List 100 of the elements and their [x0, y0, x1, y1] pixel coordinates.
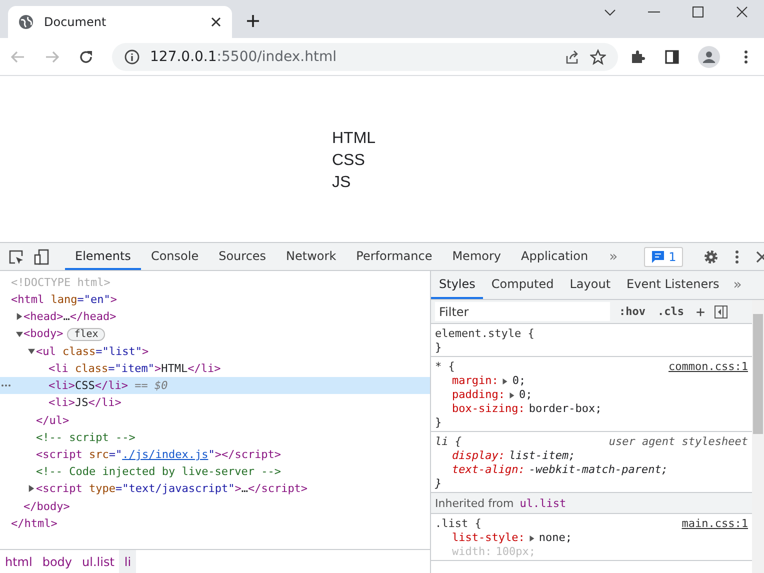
collapse-triangle-icon[interactable]	[16, 330, 22, 338]
url-text: 127.0.0.1:5500/index.html	[150, 48, 337, 64]
device-icon[interactable]	[34, 248, 50, 264]
dom-node-row[interactable]: </body>	[0, 497, 430, 515]
devtools-tab[interactable]: Network	[276, 243, 346, 270]
list-item: CSS	[332, 151, 366, 171]
globe-icon	[18, 14, 34, 30]
scrollbar[interactable]	[752, 300, 764, 573]
property-name[interactable]: box-sizing:	[452, 402, 525, 416]
list-item: JS	[332, 173, 352, 193]
property-name[interactable]: text-align:	[452, 463, 525, 477]
inherited-selector[interactable]: ul.list	[520, 496, 566, 510]
dom-node-row[interactable]: <!-- Code injected by live-server -->	[0, 463, 430, 480]
share-icon[interactable]	[564, 48, 580, 64]
browser-tab[interactable]: Document	[8, 6, 232, 38]
dom-node-row[interactable]: <!-- script -->	[0, 428, 430, 446]
star-icon[interactable]	[590, 48, 606, 64]
property-name[interactable]: display:	[452, 449, 505, 463]
rule-brace: }	[435, 477, 443, 491]
dom-node-row[interactable]: <li>CSS</li> == $0	[0, 377, 430, 394]
rule-source[interactable]: main.css:1	[682, 517, 748, 531]
more-tabs-button[interactable]: »	[727, 271, 748, 299]
markup-line: <html lang="en">	[11, 293, 117, 306]
reload-icon[interactable]	[78, 48, 94, 64]
breadcrumb-item[interactable]: ul.list	[77, 550, 120, 573]
info-icon	[124, 48, 140, 64]
markup-line: <!DOCTYPE html>	[11, 276, 110, 290]
dom-node-row[interactable]: <li class="item">HTML</li>	[0, 360, 430, 378]
class-button[interactable]: .cls	[654, 305, 687, 318]
devtools-tab[interactable]: Console	[140, 243, 209, 270]
rule-source[interactable]: common.css:1	[668, 360, 748, 374]
rule-source: user agent stylesheet	[608, 435, 748, 449]
markup-line: <ul class="list">	[36, 344, 149, 358]
address-bar[interactable]: 127.0.0.1:5500/index.html	[112, 42, 618, 70]
rule-selector: .list {	[435, 517, 482, 531]
dom-node-row[interactable]: </html>	[0, 514, 430, 532]
rule-selector: element.style {	[435, 327, 534, 341]
expand-triangle-icon[interactable]	[508, 392, 515, 398]
expand-triangle-icon[interactable]	[28, 485, 35, 492]
hover-state-button[interactable]: :hov	[616, 305, 648, 318]
devtools-tab[interactable]: Sources	[208, 243, 276, 270]
breadcrumb-item[interactable]: li	[119, 550, 136, 573]
breadcrumb-item[interactable]: html	[0, 550, 38, 573]
devtools-tab[interactable]: Memory	[442, 243, 512, 270]
property-value[interactable]: 0;	[518, 388, 532, 402]
new-rule-button[interactable]: +	[693, 302, 708, 320]
property-value[interactable]: list-item;	[508, 449, 576, 463]
devtools-tab[interactable]: Performance	[346, 243, 442, 270]
dom-node-row[interactable]: <ul class="list">	[0, 342, 430, 360]
inspect-icon[interactable]	[8, 248, 24, 264]
dom-node-row[interactable]: <head>…</head>	[0, 308, 430, 326]
list-item: HTML	[332, 129, 377, 149]
ellipsis-icon[interactable]	[1, 384, 11, 388]
inherited-label: Inherited from	[435, 496, 514, 510]
dom-node-row[interactable]: <html lang="en">	[0, 291, 430, 308]
markup-line: </ul>	[36, 414, 70, 427]
property-value[interactable]: none;	[538, 531, 572, 545]
markup-line: <li>JS</li>	[48, 396, 122, 410]
expand-triangle-icon[interactable]	[528, 534, 535, 542]
markup-line: </body>	[24, 500, 70, 513]
devtools-tab[interactable]: Application	[511, 243, 598, 270]
rule-selector: li {	[435, 435, 462, 449]
devtools-tab[interactable]: Elements	[65, 243, 141, 270]
side-panel-icon[interactable]	[664, 48, 680, 64]
settings-icon[interactable]	[703, 248, 720, 264]
dom-node-row[interactable]: </ul>	[0, 412, 430, 429]
collapse-triangle-icon[interactable]	[28, 348, 35, 355]
markup-line: <li>CSS</li> == $0	[48, 379, 168, 392]
expand-triangle-icon[interactable]	[502, 378, 508, 384]
message-icon	[650, 250, 665, 264]
expand-triangle-icon[interactable]	[16, 313, 22, 320]
breadcrumb-item[interactable]: body	[37, 550, 78, 573]
markup-line: <!-- script -->	[36, 430, 136, 444]
styles-tab[interactable]: Computed	[483, 271, 562, 299]
dom-node-row[interactable]: <body> flex	[0, 326, 430, 343]
property-name[interactable]: margin:	[452, 374, 498, 388]
dom-node-row[interactable]: <li>JS</li>	[0, 394, 430, 412]
styles-tab[interactable]: Layout	[562, 271, 619, 299]
close-icon[interactable]	[210, 16, 222, 28]
rule-selector: * {	[435, 360, 455, 374]
dom-node-row[interactable]: <script type="text/javascript">…</script>	[0, 480, 430, 498]
property-value[interactable]: 0;	[512, 374, 526, 388]
new-tab-icon[interactable]	[246, 14, 260, 28]
property-value[interactable]: -webkit-match-parent;	[528, 463, 668, 477]
puzzle-icon[interactable]	[630, 48, 646, 64]
dom-node-row[interactable]: <script src="./js/index.js"></script>	[0, 446, 430, 464]
markup-line: <script src="./js/index.js"></script>	[36, 448, 282, 461]
property-value[interactable]: border-box;	[528, 402, 602, 416]
avatar-icon[interactable]	[698, 46, 720, 68]
more-tabs-button[interactable]: »	[603, 248, 624, 264]
sidebar-toggle-icon[interactable]	[714, 304, 728, 318]
styles-tab[interactable]: Event Listeners	[618, 271, 728, 299]
tab-title: Document	[44, 15, 108, 29]
property-name[interactable]: padding:	[452, 388, 505, 402]
filter-field[interactable]: Filter	[435, 302, 610, 321]
property-name[interactable]: list-style:	[452, 531, 525, 545]
markup-line: <script type="text/javascript">…</script>	[36, 482, 308, 496]
markup-line: </html>	[11, 516, 58, 530]
markup-line: <li class="item">HTML</li>	[48, 362, 221, 376]
issues-button[interactable]: 1	[644, 246, 684, 266]
